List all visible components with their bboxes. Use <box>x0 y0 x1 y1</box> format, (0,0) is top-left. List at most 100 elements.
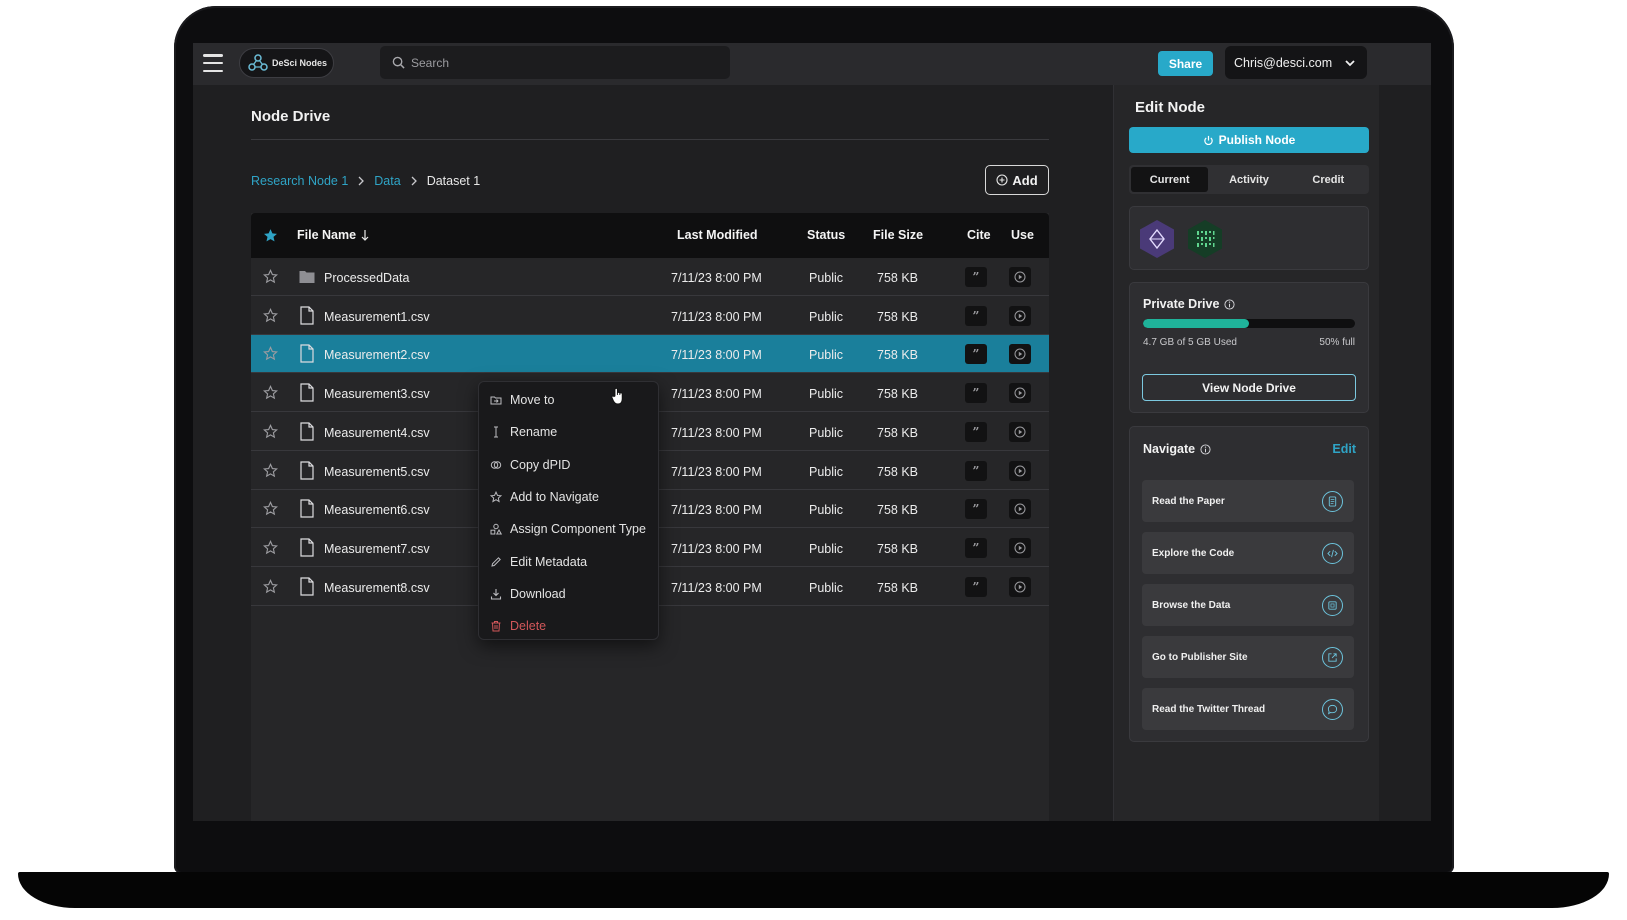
favorite-star-icon[interactable] <box>262 539 279 555</box>
column-header-file-name[interactable]: File Name <box>297 228 369 242</box>
context-menu-copy-dpid[interactable]: Copy dPID <box>479 449 658 481</box>
context-menu-assign-component-type[interactable]: Assign Component Type <box>479 513 658 545</box>
use-play-icon[interactable] <box>1009 267 1031 287</box>
navigate-item-publisher-site[interactable]: Go to Publisher Site <box>1142 636 1354 678</box>
view-node-drive-button[interactable]: View Node Drive <box>1142 374 1356 401</box>
column-header-last-modified[interactable]: Last Modified <box>677 228 758 242</box>
file-icon <box>299 383 315 402</box>
binary-data-badge-icon[interactable] <box>1186 219 1224 259</box>
column-header-file-size[interactable]: File Size <box>873 228 923 242</box>
pencil-icon <box>491 556 501 567</box>
navigate-item-explore-code[interactable]: Explore the Code <box>1142 532 1354 574</box>
use-play-icon[interactable] <box>1009 499 1031 520</box>
context-menu-edit-metadata[interactable]: Edit Metadata <box>479 545 658 577</box>
table-header: File Name Last Modified Status File Size… <box>251 213 1049 258</box>
user-account-dropdown[interactable]: Chris@desci.com <box>1225 46 1367 79</box>
status: Public <box>809 387 844 402</box>
navigate-item-label: Read the Twitter Thread <box>1152 703 1266 715</box>
use-play-icon[interactable] <box>1009 421 1031 442</box>
use-play-icon[interactable] <box>1009 383 1031 404</box>
use-play-icon[interactable] <box>1009 305 1031 326</box>
table-row[interactable]: ProcessedData 7/11/23 8:00 PM Public 758 KB… <box>251 258 1049 296</box>
file-name[interactable]: Measurement5.csv <box>324 465 430 479</box>
file-size: 758 KB <box>877 425 919 440</box>
favorite-star-icon[interactable] <box>262 501 279 516</box>
file-name[interactable]: Measurement4.csv <box>324 426 430 440</box>
search-input[interactable] <box>411 55 711 70</box>
column-header-status[interactable]: Status <box>807 228 845 242</box>
file-name[interactable]: Measurement6.csv <box>324 503 430 517</box>
diamond-badge-icon[interactable] <box>1138 219 1176 259</box>
navigate-item-read-paper[interactable]: Read the Paper <box>1142 480 1354 522</box>
cite-quote-icon[interactable]: ” <box>965 305 987 326</box>
favorite-star-icon[interactable] <box>262 385 279 400</box>
favorite-star-icon[interactable] <box>262 578 279 594</box>
use-play-icon[interactable] <box>1009 537 1031 558</box>
panel-title: Edit Node <box>1135 99 1205 116</box>
favorite-star-icon[interactable] <box>262 423 279 439</box>
favorite-star-icon[interactable] <box>262 269 279 284</box>
tab-credit[interactable]: Credit <box>1290 167 1367 192</box>
navigate-item-twitter-thread[interactable]: Read the Twitter Thread <box>1142 688 1354 730</box>
file-name[interactable]: Measurement2.csv <box>324 348 430 362</box>
last-modified: 7/11/23 8:00 PM <box>671 348 762 363</box>
info-icon[interactable] <box>1200 443 1211 455</box>
download-icon <box>490 588 502 600</box>
cite-quote-icon[interactable]: ” <box>965 383 987 404</box>
file-name[interactable]: Measurement8.csv <box>324 581 430 595</box>
file-icon <box>299 538 315 557</box>
tab-activity[interactable]: Activity <box>1210 167 1287 192</box>
context-menu-add-to-navigate[interactable]: Add to Navigate <box>479 481 658 513</box>
use-play-icon[interactable] <box>1009 460 1031 481</box>
context-menu-label: Edit Metadata <box>510 554 588 569</box>
search-icon <box>392 56 405 69</box>
file-size: 758 KB <box>877 464 919 479</box>
hamburger-menu-icon[interactable] <box>203 54 223 72</box>
cite-quote-icon[interactable]: ” <box>965 499 987 520</box>
cite-quote-icon[interactable]: ” <box>965 421 987 442</box>
favorite-star-icon[interactable] <box>262 346 279 361</box>
publish-node-button[interactable]: Publish Node <box>1129 127 1369 153</box>
context-menu-rename[interactable]: Rename <box>479 416 658 448</box>
breadcrumb: Research Node 1 Data Dataset 1 <box>251 174 480 188</box>
file-icon <box>299 422 315 441</box>
status: Public <box>809 425 844 440</box>
search-bar[interactable] <box>380 46 730 79</box>
file-name[interactable]: Measurement7.csv <box>324 542 430 556</box>
navigate-edit-link[interactable]: Edit <box>1332 442 1356 456</box>
file-name[interactable]: ProcessedData <box>324 271 409 285</box>
add-button[interactable]: Add <box>985 165 1049 195</box>
cite-quote-icon[interactable]: ” <box>965 267 987 287</box>
cite-quote-icon[interactable]: ” <box>965 576 987 597</box>
breadcrumb-item-data[interactable]: Data <box>374 174 400 188</box>
tab-current[interactable]: Current <box>1131 167 1209 192</box>
cite-quote-icon[interactable]: ” <box>965 460 987 481</box>
last-modified: 7/11/23 8:00 PM <box>671 580 762 595</box>
last-modified: 7/11/23 8:00 PM <box>671 464 762 479</box>
cite-quote-icon[interactable]: ” <box>965 344 987 365</box>
file-name[interactable]: Measurement3.csv <box>324 387 430 401</box>
context-menu-delete[interactable]: Delete <box>479 610 658 642</box>
favorite-star-icon[interactable] <box>262 307 279 323</box>
status: Public <box>809 309 844 324</box>
share-button[interactable]: Share <box>1158 51 1213 76</box>
table-row[interactable]: Measurement2.csv 7/11/23 8:00 PM Public 758… <box>251 335 1049 374</box>
private-drive-card: Private Drive 4.7 GB of 5 GB Used 50% fu… <box>1129 282 1369 413</box>
copy-icon <box>490 461 502 469</box>
breadcrumb-item-research-node[interactable]: Research Node 1 <box>251 174 348 188</box>
use-play-icon[interactable] <box>1009 576 1031 597</box>
favorite-star-icon[interactable] <box>262 462 279 478</box>
file-icon <box>299 306 315 325</box>
info-icon[interactable] <box>1224 298 1235 310</box>
star-filled-icon[interactable] <box>263 228 278 243</box>
private-drive-title: Private Drive <box>1143 297 1235 311</box>
context-menu-move-to[interactable]: Move to <box>479 384 658 416</box>
table-row[interactable]: Measurement1.csv 7/11/23 8:00 PM Public 758… <box>251 297 1049 335</box>
app-logo[interactable]: DeSci Nodes <box>239 48 334 78</box>
chevron-right-icon <box>358 176 365 186</box>
cite-quote-icon[interactable]: ” <box>965 537 987 558</box>
navigate-item-browse-data[interactable]: Browse the Data <box>1142 584 1354 626</box>
file-name[interactable]: Measurement1.csv <box>324 310 430 324</box>
use-play-icon[interactable] <box>1009 344 1031 365</box>
context-menu-download[interactable]: Download <box>479 578 658 610</box>
